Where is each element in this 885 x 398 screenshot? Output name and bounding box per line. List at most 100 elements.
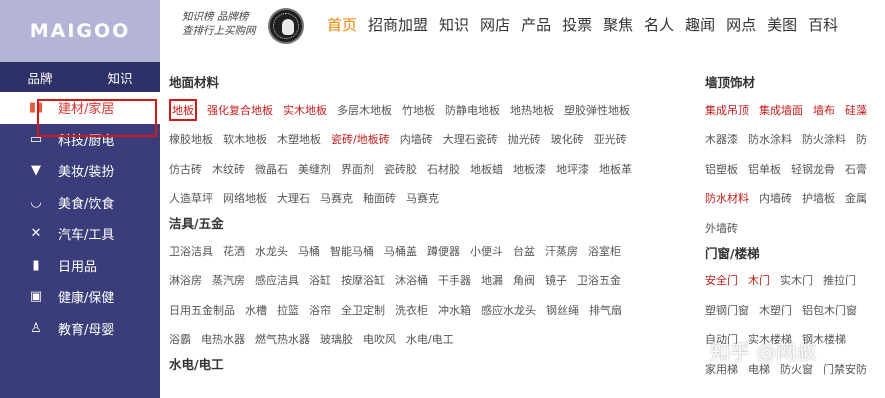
category-link[interactable]: 大理石 [277,190,310,206]
sidebar-item[interactable]: ▮ 日用品 [0,250,160,282]
nav-item[interactable]: 趣闻 [685,14,715,35]
category-link[interactable]: 地板漆 [513,161,546,177]
category-link[interactable]: 地板蜡 [470,161,503,177]
category-link[interactable]: 浴缸 [309,272,331,288]
category-link[interactable]: 门禁安防 [823,361,867,377]
category-link[interactable]: 微晶石 [255,161,288,177]
nav-item[interactable]: 投票 [562,14,592,35]
category-link[interactable]: 木门 [748,272,770,288]
category-link[interactable]: 小便斗 [470,243,503,259]
category-link[interactable]: 马桶盖 [384,243,417,259]
category-link[interactable]: 抛光砖 [508,131,541,147]
category-link[interactable]: 木器漆 [705,131,738,147]
logo[interactable]: MAIGOO [0,0,160,62]
category-link[interactable]: 水电/电工 [406,331,454,347]
category-link[interactable]: 卫浴五金 [577,272,621,288]
category-link[interactable]: 安全门 [705,272,738,288]
sidebar-item[interactable]: ✕ 汽车/工具 [0,218,160,250]
category-link[interactable]: 玻化砖 [551,131,584,147]
category-link[interactable]: 地板 [169,98,197,121]
category-link[interactable]: 台盆 [513,243,535,259]
category-link[interactable]: 仿古砖 [169,161,202,177]
section-title[interactable]: 洁具/五金 [169,215,689,233]
category-link[interactable]: 电吹风 [363,331,396,347]
category-link[interactable]: 马桶 [298,243,320,259]
category-link[interactable]: 马赛克 [320,190,353,206]
category-link[interactable]: 轻钢龙骨 [791,161,835,177]
sidebar-item[interactable]: ♙ 教育/母婴 [0,313,160,345]
category-link[interactable]: 玻璃胶 [320,331,353,347]
category-link[interactable]: 石材胶 [427,161,460,177]
category-link[interactable]: 地坪漆 [556,161,589,177]
nav-item[interactable]: 知识 [439,14,469,35]
sidebar-item[interactable]: ▼ 美妆/装扮 [0,155,160,187]
category-link[interactable]: 网络地板 [223,190,267,206]
category-link[interactable]: 金属 [845,190,867,206]
category-link[interactable]: 角阀 [513,272,535,288]
category-link[interactable]: 冲水箱 [438,302,471,318]
category-link[interactable]: 界面剂 [341,161,374,177]
category-link[interactable]: 墙布 [813,102,835,118]
category-link[interactable]: 亚光砖 [594,131,627,147]
section-title[interactable]: 水电/电工 [169,356,689,374]
nav-item[interactable]: 网店 [480,14,510,35]
category-link[interactable]: 智能马桶 [330,243,374,259]
nav-item[interactable]: 首页 [327,14,357,35]
category-link[interactable]: 电热水器 [201,331,245,347]
category-link[interactable]: 铝塑板 [705,161,738,177]
category-link[interactable]: 瓷砖胶 [384,161,417,177]
category-link[interactable]: 淋浴房 [169,272,202,288]
category-link[interactable]: 木纹砖 [212,161,245,177]
category-link[interactable]: 多层木地板 [337,102,392,118]
category-link[interactable]: 集成吊顶 [705,102,749,118]
category-link[interactable]: 花洒 [223,243,245,259]
sidebar-item[interactable]: ◡ 美食/饮食 [0,187,160,219]
nav-item[interactable]: 百科 [808,14,838,35]
category-link[interactable]: 卫浴洁具 [169,243,213,259]
category-link[interactable]: 感应水龙头 [481,302,536,318]
category-link[interactable]: 塑钢门窗 [705,302,749,318]
category-link[interactable]: 浴室柜 [588,243,621,259]
nav-item[interactable]: 产品 [521,14,551,35]
category-link[interactable]: 拉篮 [277,302,299,318]
category-link[interactable]: 燃气热水器 [255,331,310,347]
category-link[interactable]: 地漏 [481,272,503,288]
category-link[interactable]: 干手器 [438,272,471,288]
category-link[interactable]: 感应洁具 [255,272,299,288]
category-link[interactable]: 软木地板 [223,131,267,147]
category-link[interactable]: 石膏 [845,161,867,177]
category-link[interactable]: 集成墙面 [759,102,803,118]
category-link[interactable]: 地热地板 [510,102,554,118]
category-link[interactable]: 防 [856,131,867,147]
category-link[interactable]: 内墙砖 [759,190,792,206]
category-link[interactable]: 木塑门 [759,302,792,318]
category-link[interactable]: 人造草坪 [169,190,213,206]
nav-item[interactable]: 网点 [726,14,756,35]
category-link[interactable]: 防水材料 [705,190,749,206]
category-link[interactable]: 内墙砖 [400,131,433,147]
category-link[interactable]: 防水涂料 [748,131,792,147]
category-link[interactable]: 护墙板 [802,190,835,206]
nav-item[interactable]: 招商加盟 [368,14,428,35]
category-link[interactable]: 实木地板 [283,102,327,118]
category-link[interactable]: 浴帘 [309,302,331,318]
category-link[interactable]: 木塑地板 [277,131,321,147]
nav-item[interactable]: 美图 [767,14,797,35]
category-link[interactable]: 防静电地板 [445,102,500,118]
category-link[interactable]: 沐浴桶 [395,272,428,288]
category-link[interactable]: 水槽 [245,302,267,318]
tab-brand[interactable]: 品牌 [0,62,80,92]
category-link[interactable]: 塑胶弹性地板 [564,102,630,118]
category-link[interactable]: 水龙头 [255,243,288,259]
category-link[interactable]: 外墙砖 [705,220,738,236]
nav-item[interactable]: 聚焦 [603,14,633,35]
category-link[interactable]: 全卫定制 [341,302,385,318]
category-link[interactable]: 蹲便器 [427,243,460,259]
category-link[interactable]: 防火涂料 [802,131,846,147]
category-link[interactable]: 强化复合地板 [207,102,273,118]
nav-item[interactable]: 名人 [644,14,674,35]
category-link[interactable]: 瓷砖/地板砖 [331,131,390,147]
category-link[interactable]: 排气扇 [589,302,622,318]
category-link[interactable]: 美缝剂 [298,161,331,177]
sidebar-item[interactable]: ▣ 健康/保健 [0,281,160,313]
